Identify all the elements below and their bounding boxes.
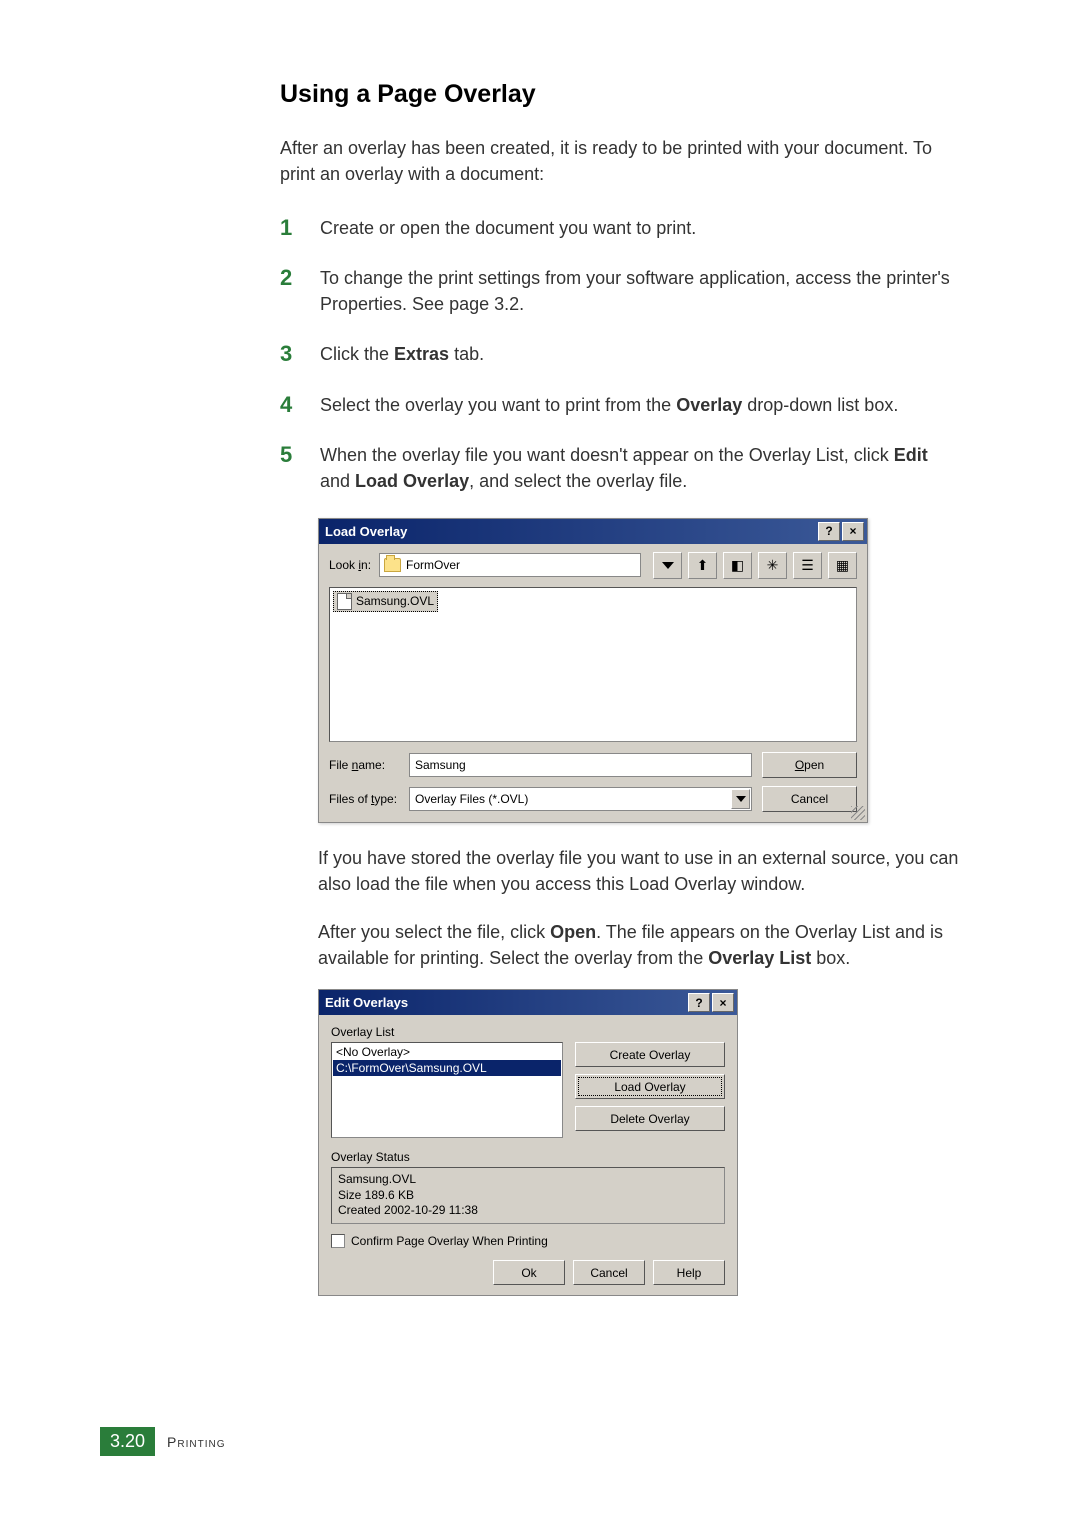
- file-name-value: Samsung: [415, 758, 466, 772]
- new-folder-icon[interactable]: ✳: [758, 552, 787, 579]
- step-4: 4 Select the overlay you want to print f…: [280, 392, 960, 418]
- text-bold: Extras: [394, 344, 449, 364]
- dialog-title: Edit Overlays: [325, 995, 408, 1010]
- help-button[interactable]: ?: [688, 993, 710, 1012]
- text-suffix: drop-down list box.: [742, 395, 898, 415]
- step-number: 3: [280, 341, 302, 367]
- page-number-badge: 3.20: [100, 1427, 155, 1456]
- help-button[interactable]: ?: [818, 522, 840, 541]
- cancel-button[interactable]: Cancel: [762, 786, 857, 812]
- files-of-type-label: Files of type:: [329, 792, 399, 806]
- open-button[interactable]: Open: [762, 752, 857, 778]
- dialog-title: Load Overlay: [325, 524, 407, 539]
- post-dialog-paragraph-2: After you select the file, click Open. T…: [318, 919, 960, 971]
- look-in-dropdown[interactable]: FormOver: [379, 553, 641, 577]
- load-overlay-button[interactable]: Load Overlay: [575, 1074, 725, 1099]
- text-pre: After you select the file, click: [318, 922, 550, 942]
- text-suffix: , and select the overlay file.: [469, 471, 687, 491]
- help-button[interactable]: Help: [653, 1260, 725, 1285]
- desktop-icon[interactable]: ◧: [723, 552, 752, 579]
- label-pre: Files of: [329, 792, 371, 806]
- text-mid: and: [320, 471, 355, 491]
- step-1: 1 Create or open the document you want t…: [280, 215, 960, 241]
- dialog-titlebar: Edit Overlays ? ×: [319, 990, 737, 1015]
- close-button[interactable]: ×: [712, 993, 734, 1012]
- status-line: Samsung.OVL: [338, 1172, 718, 1188]
- step-number: 2: [280, 265, 302, 291]
- delete-overlay-button[interactable]: Delete Overlay: [575, 1106, 725, 1131]
- step-text: Create or open the document you want to …: [320, 215, 696, 241]
- look-in-value: FormOver: [406, 558, 460, 572]
- list-item[interactable]: C:\FormOver\Samsung.OVL: [333, 1060, 561, 1076]
- label-pre: Look: [329, 558, 358, 572]
- files-of-type-select[interactable]: Overlay Files (*.OVL): [409, 787, 752, 811]
- folder-icon: [384, 558, 401, 572]
- dialog-titlebar: Load Overlay ? ×: [319, 519, 867, 544]
- overlay-status-box: Samsung.OVL Size 189.6 KB Created 2002-1…: [331, 1167, 725, 1224]
- load-overlay-dialog: Load Overlay ? × Look in: FormOver ⬆ ◧ ✳…: [318, 518, 868, 823]
- confirm-check-row[interactable]: Confirm Page Overlay When Printing: [331, 1234, 725, 1248]
- close-button[interactable]: ×: [842, 522, 864, 541]
- list-view-icon[interactable]: ☰: [793, 552, 822, 579]
- text-bold: Edit: [894, 445, 928, 465]
- text-bold: Load Overlay: [355, 471, 469, 491]
- step-text: Select the overlay you want to print fro…: [320, 392, 898, 418]
- overlay-list[interactable]: <No Overlay> C:\FormOver\Samsung.OVL: [331, 1042, 563, 1138]
- page-footer: 3.20 Printing: [100, 1427, 226, 1456]
- step-text: To change the print settings from your s…: [320, 265, 960, 317]
- btn-u: O: [795, 758, 804, 772]
- step-text: When the overlay file you want doesn't a…: [320, 442, 960, 494]
- step-2: 2 To change the print settings from your…: [280, 265, 960, 317]
- overlay-status-label: Overlay Status: [331, 1150, 725, 1164]
- text-suffix: tab.: [449, 344, 484, 364]
- checkbox[interactable]: [331, 1234, 345, 1248]
- text-bold: Open: [550, 922, 596, 942]
- file-icon: [337, 593, 352, 610]
- file-item[interactable]: Samsung.OVL: [333, 591, 438, 612]
- file-list-area[interactable]: Samsung.OVL: [329, 587, 857, 742]
- status-line: Created 2002-10-29 11:38: [338, 1203, 718, 1219]
- text-prefix: When the overlay file you want doesn't a…: [320, 445, 894, 465]
- footer-section-name: Printing: [167, 1434, 225, 1450]
- intro-paragraph: After an overlay has been created, it is…: [280, 135, 960, 187]
- confirm-check-label: Confirm Page Overlay When Printing: [351, 1234, 548, 1248]
- dropdown-arrow-icon[interactable]: [653, 552, 682, 579]
- details-view-icon[interactable]: ▦: [828, 552, 857, 579]
- step-3: 3 Click the Extras tab.: [280, 341, 960, 367]
- text-bold: Overlay List: [708, 948, 811, 968]
- cancel-button[interactable]: Cancel: [573, 1260, 645, 1285]
- edit-overlays-dialog: Edit Overlays ? × Overlay List <No Overl…: [318, 989, 738, 1296]
- file-name-label: File name:: [329, 758, 399, 772]
- text-prefix: Click the: [320, 344, 394, 364]
- file-name-input[interactable]: Samsung: [409, 753, 752, 777]
- text-bold: Overlay: [676, 395, 742, 415]
- section-heading: Using a Page Overlay: [280, 80, 960, 109]
- dialog-toolbar: Look in: FormOver ⬆ ◧ ✳ ☰ ▦: [319, 544, 867, 587]
- file-item-label: Samsung.OVL: [356, 594, 434, 608]
- list-item[interactable]: <No Overlay>: [333, 1044, 561, 1060]
- create-overlay-button[interactable]: Create Overlay: [575, 1042, 725, 1067]
- label-post: n:: [361, 558, 371, 572]
- btn-post: pen: [804, 758, 824, 772]
- label-post: ame:: [358, 758, 385, 772]
- resize-grip-icon[interactable]: [851, 806, 865, 820]
- text-post: box.: [811, 948, 850, 968]
- step-5: 5 When the overlay file you want doesn't…: [280, 442, 960, 494]
- ok-button[interactable]: Ok: [493, 1260, 565, 1285]
- chevron-down-icon[interactable]: [731, 789, 750, 809]
- text-prefix: Select the overlay you want to print fro…: [320, 395, 676, 415]
- up-one-level-icon[interactable]: ⬆: [688, 552, 717, 579]
- dialog-bottom: File name: Samsung Open Files of type: O…: [319, 742, 867, 822]
- step-number: 4: [280, 392, 302, 418]
- step-text: Click the Extras tab.: [320, 341, 484, 367]
- files-of-type-value: Overlay Files (*.OVL): [415, 792, 528, 806]
- step-number: 5: [280, 442, 302, 468]
- step-number: 1: [280, 215, 302, 241]
- status-line: Size 189.6 KB: [338, 1188, 718, 1204]
- look-in-label: Look in:: [329, 558, 371, 572]
- label-pre: File: [329, 758, 352, 772]
- overlay-list-label: Overlay List: [331, 1025, 725, 1039]
- post-dialog-paragraph-1: If you have stored the overlay file you …: [318, 845, 960, 897]
- label-post: ype:: [374, 792, 397, 806]
